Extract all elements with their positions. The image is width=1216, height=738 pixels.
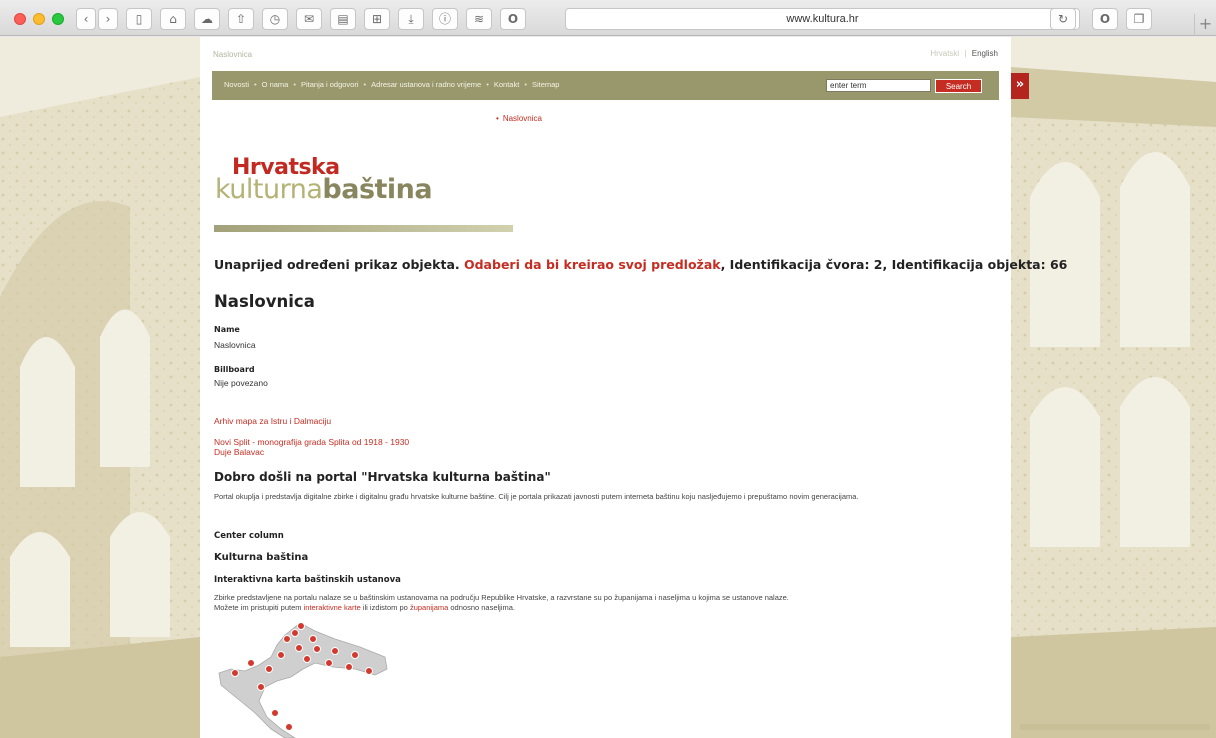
new-tab-button[interactable]: + <box>1194 14 1216 36</box>
collapse-sidebar-button[interactable]: » <box>1011 73 1029 99</box>
web-page: Naslovnica Hrvatski | English Novosti • O … <box>200 37 1067 738</box>
map-text-line1: Zbirke predstavljene na portalu nalaze s… <box>214 593 789 602</box>
nav-separator: • <box>363 80 367 89</box>
map-text-part2: ili izdistom po <box>360 603 410 612</box>
reader-icon[interactable]: ≋ <box>466 8 492 30</box>
lang-hr-link[interactable]: Hrvatski <box>930 49 959 58</box>
sidebar-icon[interactable]: ▯ <box>126 8 152 30</box>
nav-item-pitanja[interactable]: Pitanja i odgovori <box>301 80 359 89</box>
lang-en-link[interactable]: English <box>972 49 998 58</box>
extension-icon[interactable]: O <box>1092 8 1118 30</box>
logo-underline <box>214 225 513 232</box>
nav-separator: • <box>254 80 257 89</box>
back-icon[interactable]: ‹ <box>76 8 96 30</box>
info-icon[interactable]: ⓘ <box>432 8 458 30</box>
reload-icon[interactable]: ↻ <box>1050 8 1076 30</box>
search-button[interactable]: Search <box>935 79 982 93</box>
create-template-link[interactable]: Odaberi da bi kreirao svoj predložak <box>464 257 721 272</box>
nav-item-o-nama[interactable]: O nama <box>262 80 289 89</box>
logo-kulturna: kulturna <box>215 174 323 205</box>
nav-separator: • <box>524 80 527 89</box>
cloud-icon[interactable]: ☁ <box>194 8 220 30</box>
logo-kulturna-bastina[interactable]: kulturnabaština <box>215 174 433 205</box>
billboard-label: Billboard <box>214 365 255 374</box>
croatia-map[interactable] <box>215 617 395 738</box>
nav-item-sitemap[interactable]: Sitemap <box>532 80 560 89</box>
download-icon[interactable]: ⤓ <box>398 8 424 30</box>
map-text-part1: Možete im pristupiti putem <box>214 603 304 612</box>
grid-icon[interactable]: ⊞ <box>364 8 390 30</box>
subnav: • Naslovnica <box>496 114 542 123</box>
close-window-button[interactable] <box>14 13 26 25</box>
map-description: Zbirke predstavljene na portalu nalaze s… <box>214 593 994 613</box>
page-title: Naslovnica <box>214 292 315 311</box>
home-icon[interactable]: ⌂ <box>160 8 186 30</box>
share-icon[interactable]: ⇧ <box>228 8 254 30</box>
top-bar: Naslovnica Hrvatski | English <box>200 37 1011 67</box>
nav-item-kontakt[interactable]: Kontakt <box>494 80 519 89</box>
nav-separator: • <box>486 80 489 89</box>
subnav-bullet: • <box>496 114 499 123</box>
breadcrumb[interactable]: Naslovnica <box>213 50 252 59</box>
counties-link[interactable]: županijama <box>410 603 448 612</box>
map-text-line2: Možete im pristupiti putem interaktivne … <box>214 603 994 613</box>
map-text-part3: odnosno naseljima. <box>448 603 516 612</box>
croatia-outline <box>218 622 388 738</box>
minimize-window-button[interactable] <box>33 13 45 25</box>
search-input[interactable]: enter term <box>826 79 931 92</box>
history-icon[interactable]: ◷ <box>262 8 288 30</box>
lang-separator: | <box>964 49 967 58</box>
language-switcher: Hrvatski | English <box>930 49 998 58</box>
address-bar[interactable]: www.kultura.hr <box>565 8 1080 30</box>
link-arhiv-mapa[interactable]: Arhiv mapa za Istru i Dalmaciju <box>214 416 331 426</box>
welcome-heading: Dobro došli na portal "Hrvatska kulturna… <box>214 470 551 484</box>
tabs-icon[interactable]: ❐ <box>1126 8 1152 30</box>
forward-icon[interactable]: › <box>98 8 118 30</box>
browser-toolbar: ‹ › ▯ ⌂ ☁ ⇧ ◷ ✉ ▤ ⊞ ⤓ ⓘ ≋ O www.kultura.… <box>0 0 1216 36</box>
heritage-heading: Kulturna baština <box>214 552 309 563</box>
subnav-link-naslovnica[interactable]: Naslovnica <box>503 114 542 123</box>
billboard-value: Nije povezano <box>214 378 268 388</box>
center-column-label: Center column <box>214 531 284 541</box>
logo-bastina: baština <box>322 174 433 205</box>
interactive-map-link[interactable]: interaktivne karte <box>304 603 361 612</box>
nav-items: Novosti • O nama • Pitanja i odgovori • Adresa… <box>224 80 559 89</box>
main-nav: Novosti • O nama • Pitanja i odgovori • Adresa… <box>212 71 999 100</box>
nav-item-novosti[interactable]: Novosti <box>224 80 249 89</box>
welcome-text: Portal okuplja i predstavlja digitalne z… <box>214 492 859 501</box>
print-icon[interactable]: ▤ <box>330 8 356 30</box>
zoom-window-button[interactable] <box>52 13 64 25</box>
link-novi-split[interactable]: Novi Split - monografija grada Splita od… <box>214 437 409 447</box>
nav-item-adresar[interactable]: Adresar ustanova i radno vrijeme <box>371 80 481 89</box>
link-duje-balavac[interactable]: Duje Balavac <box>214 447 264 457</box>
object-ids: , Identifikacija čvora: 2, Identifikacij… <box>720 257 1068 272</box>
map-heading: Interaktivna karta baštinskih ustanova <box>214 575 401 585</box>
object-heading-text: Unaprijed određeni prikaz objekta. <box>214 257 460 272</box>
nav-separator: • <box>293 80 296 89</box>
name-label: Name <box>214 325 240 334</box>
mail-icon[interactable]: ✉ <box>296 8 322 30</box>
opera-icon[interactable]: O <box>500 8 526 30</box>
object-heading: Unaprijed određeni prikaz objekta. Odabe… <box>214 257 1067 272</box>
name-value: Naslovnica <box>214 340 256 350</box>
